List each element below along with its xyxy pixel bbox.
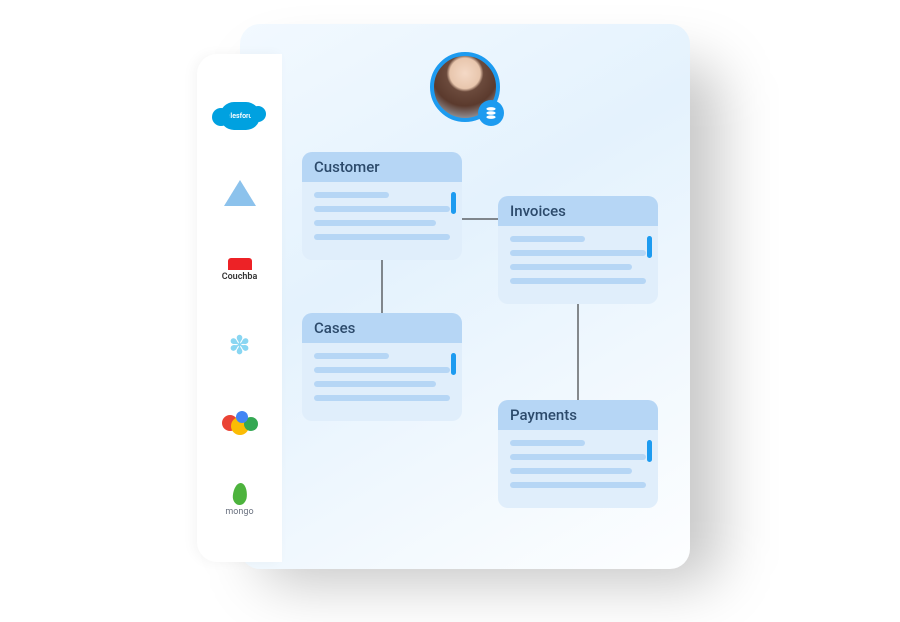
field-placeholder bbox=[510, 468, 632, 474]
integration-label: mongo bbox=[225, 507, 253, 517]
entity-title: Customer bbox=[302, 152, 462, 182]
google-cloud-icon bbox=[222, 411, 258, 435]
entity-title: Cases bbox=[302, 313, 462, 343]
integration-google-cloud[interactable] bbox=[214, 397, 266, 449]
field-placeholder bbox=[510, 482, 646, 488]
integrations-sidebar: salesforce Couchba ✽ bbox=[197, 54, 282, 562]
entity-body bbox=[498, 430, 658, 508]
main-card: salesforce Couchba ✽ bbox=[240, 24, 690, 569]
field-placeholder bbox=[510, 278, 646, 284]
drag-handle-icon[interactable] bbox=[647, 236, 652, 258]
entity-body bbox=[302, 182, 462, 260]
entity-invoices[interactable]: Invoices bbox=[498, 196, 658, 304]
integration-azure[interactable] bbox=[214, 167, 266, 219]
field-placeholder bbox=[510, 264, 632, 270]
entity-payments[interactable]: Payments bbox=[498, 400, 658, 508]
database-stack-icon bbox=[484, 106, 498, 120]
avatar-badge bbox=[478, 100, 504, 126]
field-placeholder bbox=[314, 192, 389, 198]
salesforce-cloud-icon: salesforce bbox=[220, 102, 260, 130]
user-avatar[interactable] bbox=[430, 52, 500, 122]
entity-cases[interactable]: Cases bbox=[302, 313, 462, 421]
entity-body bbox=[498, 226, 658, 304]
field-placeholder bbox=[510, 250, 646, 256]
field-placeholder bbox=[314, 367, 450, 373]
field-placeholder bbox=[314, 220, 436, 226]
azure-triangle-icon bbox=[224, 180, 256, 206]
field-placeholder bbox=[314, 353, 389, 359]
diagram-stage: salesforce Couchba ✽ bbox=[200, 24, 720, 584]
drag-handle-icon[interactable] bbox=[647, 440, 652, 462]
entity-body bbox=[302, 343, 462, 421]
integration-label: salesforce bbox=[223, 112, 256, 120]
field-placeholder bbox=[510, 454, 646, 460]
drag-handle-icon[interactable] bbox=[451, 192, 456, 214]
field-placeholder bbox=[510, 440, 585, 446]
field-placeholder bbox=[510, 236, 585, 242]
mongodb-leaf-icon bbox=[232, 482, 248, 505]
entity-customer[interactable]: Customer bbox=[302, 152, 462, 260]
integration-snowflake[interactable]: ✽ bbox=[214, 320, 266, 372]
integration-mongodb[interactable]: mongo bbox=[214, 474, 266, 526]
field-placeholder bbox=[314, 381, 436, 387]
snowflake-icon: ✽ bbox=[229, 331, 251, 361]
field-placeholder bbox=[314, 206, 450, 212]
integration-couchbase[interactable]: Couchba bbox=[214, 244, 266, 296]
couchbase-icon bbox=[228, 258, 252, 270]
integration-salesforce[interactable]: salesforce bbox=[214, 90, 266, 142]
field-placeholder bbox=[314, 234, 450, 240]
entity-title: Payments bbox=[498, 400, 658, 430]
field-placeholder bbox=[314, 395, 450, 401]
entity-title: Invoices bbox=[498, 196, 658, 226]
drag-handle-icon[interactable] bbox=[451, 353, 456, 375]
integration-label: Couchba bbox=[222, 272, 258, 282]
